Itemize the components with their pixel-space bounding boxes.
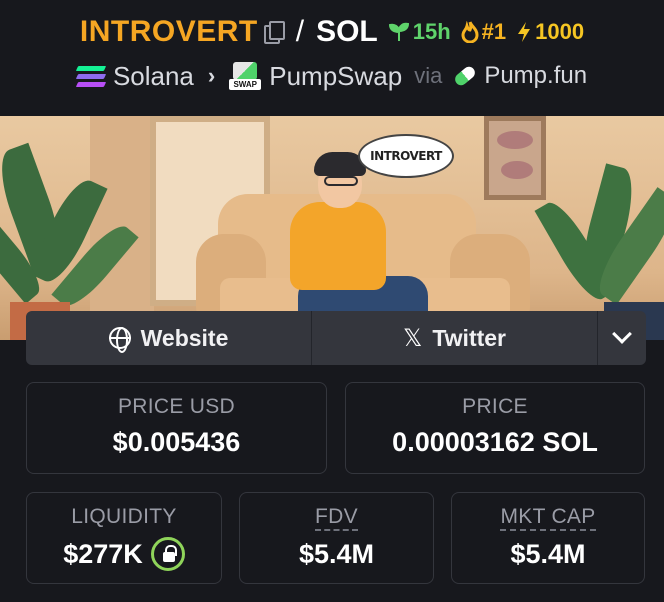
pumpfun-icon <box>453 64 478 88</box>
rank-badge: #1 <box>461 19 506 45</box>
solana-icon <box>75 65 107 87</box>
price-usd-card: PRICE USD $0.005436 <box>26 382 327 474</box>
globe-icon <box>108 327 131 353</box>
flame-icon <box>461 21 479 43</box>
fdv-value: $5.4M <box>298 539 375 569</box>
website-label: Website <box>140 324 229 351</box>
mkt-cap-value: $5.4M <box>510 539 586 569</box>
speech-bubble: INTROVERT <box>358 134 454 178</box>
dex-link[interactable]: PumpSwap <box>269 61 402 92</box>
quote-symbol: SOL <box>316 15 378 48</box>
seedling-icon <box>388 22 409 41</box>
token-banner-image: INTROVERT <box>0 116 664 340</box>
pair-breadcrumb: Solana › SWAP PumpSwap via Pump.fun <box>0 56 664 96</box>
age-badge: 15h <box>388 19 451 45</box>
pair-separator: / <box>295 15 305 48</box>
price-usd-value: $0.005436 <box>112 427 241 457</box>
liquidity-value: $277K <box>63 538 143 569</box>
pair-title-row: INTROVERT / SOL 15h #1 1000 <box>0 10 664 54</box>
x-logo-icon: 𝕏 <box>402 324 423 352</box>
mkt-cap-label[interactable]: MKT CAP <box>500 505 596 531</box>
rank-value: #1 <box>481 19 507 44</box>
pair-header: INTROVERT / SOL 15h #1 1000 Solana › SWA… <box>0 0 664 112</box>
token-symbol: INTROVERT <box>79 15 258 48</box>
chevron-right-icon: › <box>207 63 216 88</box>
age-value: 15h <box>412 19 451 44</box>
twitter-button[interactable]: 𝕏 Twitter <box>312 311 598 365</box>
mkt-cap-card: MKT CAP $5.4M <box>451 492 645 584</box>
speech-bubble-text: INTROVERT <box>370 149 442 163</box>
chevron-down-icon <box>612 324 632 344</box>
via-label: via <box>414 63 443 88</box>
boost-badge[interactable]: 1000 <box>516 19 584 45</box>
boost-value: 1000 <box>535 19 585 44</box>
wall-picture <box>484 116 546 200</box>
pumpswap-icon: SWAP <box>229 62 262 90</box>
lock-icon[interactable] <box>150 537 185 571</box>
liquidity-label: LIQUIDITY <box>71 505 177 528</box>
price-native-card: PRICE 0.00003162 SOL <box>345 382 645 474</box>
social-links-bar: Website 𝕏 Twitter <box>26 311 646 365</box>
price-native-label: PRICE <box>462 395 528 418</box>
lightning-icon <box>518 22 531 42</box>
liquidity-card: LIQUIDITY $277K <box>26 492 222 584</box>
website-button[interactable]: Website <box>26 311 312 365</box>
chain-link[interactable]: Solana <box>113 61 194 92</box>
price-usd-label: PRICE USD <box>117 395 236 418</box>
fdv-label[interactable]: FDV <box>315 505 358 531</box>
more-links-button[interactable] <box>598 311 646 365</box>
fdv-card: FDV $5.4M <box>239 492 434 584</box>
copy-icon[interactable] <box>263 21 285 44</box>
twitter-label: Twitter <box>432 324 507 351</box>
launchpad-link[interactable]: Pump.fun <box>484 62 587 90</box>
price-native-value: 0.00003162 SOL <box>392 427 598 457</box>
